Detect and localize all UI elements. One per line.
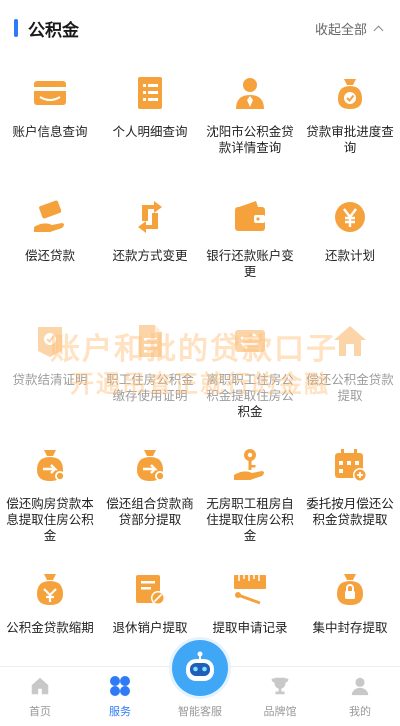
services-icon: [108, 674, 132, 698]
service-item-label: 提取申请记录: [212, 620, 288, 635]
tab-mine-label: 我的: [349, 705, 371, 718]
tab-services-label: 服务: [109, 705, 131, 718]
yen-coin-icon: [329, 196, 371, 238]
money-bag-icon: [29, 568, 71, 610]
card-icon: [29, 72, 71, 114]
house-icon: [329, 320, 371, 362]
tab-home-label: 首页: [29, 705, 51, 718]
tab-brand[interactable]: 品牌馆: [240, 667, 320, 726]
service-item-label: 偿还贷款: [24, 248, 75, 263]
document-icon: [129, 320, 171, 362]
service-item[interactable]: 偿还公积金贷款提取: [300, 310, 400, 434]
service-item[interactable]: 委托按月偿还公积金贷款提取: [300, 434, 400, 558]
service-item[interactable]: 个人明细查询: [100, 62, 200, 186]
exchange-arrows-icon: [129, 196, 171, 238]
service-item-label: 偿还组合贷款商贷部分提取: [106, 496, 194, 527]
calendar-plus-icon: [329, 444, 371, 486]
service-item[interactable]: 账户信息查询: [0, 62, 100, 186]
tab-services[interactable]: 服务: [80, 667, 160, 726]
hand-money-icon: [29, 196, 71, 238]
service-item[interactable]: 公积金贷款缩期: [0, 558, 100, 682]
wallet-icon: [229, 196, 271, 238]
service-item[interactable]: 离职职工住房公积金提取住房公积金: [200, 310, 300, 434]
service-item[interactable]: 银行还款账户变更: [200, 186, 300, 310]
tab-mine[interactable]: 我的: [320, 667, 400, 726]
service-item-label: 职工住房公积金缴存使用证明: [106, 372, 194, 403]
tab-brand-label: 品牌馆: [263, 705, 297, 718]
section-title: 公积金: [28, 21, 79, 41]
service-item-label: 账户信息查询: [12, 124, 88, 139]
service-grid: 账户信息查询 个人明细查询 沈阳市公积金贷款详情查询 贷款审批进度查询偿还贷款 还款方式…: [0, 62, 400, 682]
certificate-icon: [29, 320, 71, 362]
service-item-label: 个人明细查询: [112, 124, 188, 139]
service-item-label: 公积金贷款缩期: [6, 620, 94, 635]
service-item-label: 偿还购房贷款本息提取住房公积金: [6, 496, 94, 543]
tab-home[interactable]: 首页: [0, 667, 80, 726]
service-item-label: 贷款审批进度查询: [306, 124, 394, 155]
money-bag-arrow-icon: [129, 444, 171, 486]
service-item-label: 离职职工住房公积金提取住房公积金: [206, 372, 294, 419]
service-item[interactable]: 无房职工租房自住提取住房公积金: [200, 434, 300, 558]
lock-bag-icon: [329, 568, 371, 610]
trophy-icon: [268, 674, 292, 698]
service-item-label: 沈阳市公积金贷款详情查询: [206, 124, 294, 155]
service-item[interactable]: 偿还购房贷款本息提取住房公积金: [0, 434, 100, 558]
ticket-cancel-icon: [129, 568, 171, 610]
robot-icon[interactable]: [172, 640, 228, 696]
service-item[interactable]: 职工住房公积金缴存使用证明: [100, 310, 200, 434]
service-item-label: 退休销户提取: [112, 620, 188, 635]
money-bag-arrow-icon: [29, 444, 71, 486]
service-item-label: 集中封存提取: [312, 620, 388, 635]
service-item[interactable]: 贷款审批进度查询: [300, 62, 400, 186]
collapse-all-label: 收起全部: [314, 23, 367, 38]
service-item-label: 银行还款账户变更: [206, 248, 294, 279]
service-item-label: 还款计划: [324, 248, 375, 263]
service-item-label: 还款方式变更: [112, 248, 188, 263]
tab-smart-service-label: 智能客服: [178, 705, 222, 718]
section-accent-bar: [14, 19, 18, 37]
service-item[interactable]: 贷款结清证明: [0, 310, 100, 434]
home-icon: [28, 674, 52, 698]
ruler-record-icon: [229, 568, 271, 610]
service-item[interactable]: 偿还组合贷款商贷部分提取: [100, 434, 200, 558]
service-item-label: 无房职工租房自住提取住房公积金: [206, 496, 294, 543]
user-icon: [348, 674, 372, 698]
document-list-icon: [129, 72, 171, 114]
collapse-all-button[interactable]: 收起全部: [314, 19, 384, 38]
key-hand-icon: [229, 444, 271, 486]
service-item-label: 贷款结清证明: [12, 372, 88, 387]
person-tie-icon: [229, 72, 271, 114]
section-header: 公积金 收起全部: [0, 0, 400, 56]
service-item-label: 偿还公积金贷款提取: [306, 372, 394, 403]
service-item[interactable]: 集中封存提取: [300, 558, 400, 682]
service-item[interactable]: 沈阳市公积金贷款详情查询: [200, 62, 300, 186]
service-item[interactable]: 偿还贷款: [0, 186, 100, 310]
money-bag-check-icon: [329, 72, 371, 114]
service-item[interactable]: 还款方式变更: [100, 186, 200, 310]
transfer-icon: [229, 320, 271, 362]
chevron-up-icon: [373, 25, 384, 36]
service-item-label: 委托按月偿还公积金贷款提取: [306, 496, 394, 527]
service-item[interactable]: 还款计划: [300, 186, 400, 310]
